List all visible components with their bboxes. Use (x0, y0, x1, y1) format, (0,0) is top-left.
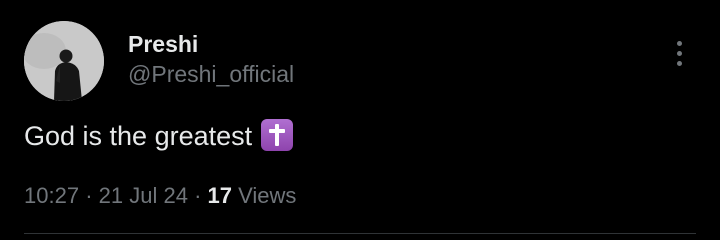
latin-cross-emoji-icon (261, 119, 294, 151)
author-display-name[interactable]: Preshi (128, 30, 198, 58)
more-dot (677, 41, 682, 46)
post-text: God is the greatest (24, 121, 253, 151)
post-text-container: God is the greatest (24, 119, 294, 153)
avatar-image (24, 21, 104, 101)
more-dot (677, 51, 682, 56)
post-date[interactable]: 21 Jul 24 (99, 183, 188, 208)
more-vertical-icon[interactable] (666, 38, 694, 70)
views-label: Views (238, 183, 297, 208)
views-count: 17 (207, 183, 232, 208)
meta-separator: · (194, 183, 202, 208)
post-time[interactable]: 10:27 (24, 183, 79, 208)
more-dot (677, 61, 682, 66)
author-handle[interactable]: @Preshi_official (128, 60, 294, 88)
meta-separator: · (85, 183, 93, 208)
avatar[interactable] (24, 21, 104, 101)
divider (24, 233, 696, 234)
post-meta: 10:27 · 21 Jul 24 · 17 Views (24, 182, 296, 210)
tweet: Preshi @Preshi_official God is the great… (0, 0, 720, 240)
